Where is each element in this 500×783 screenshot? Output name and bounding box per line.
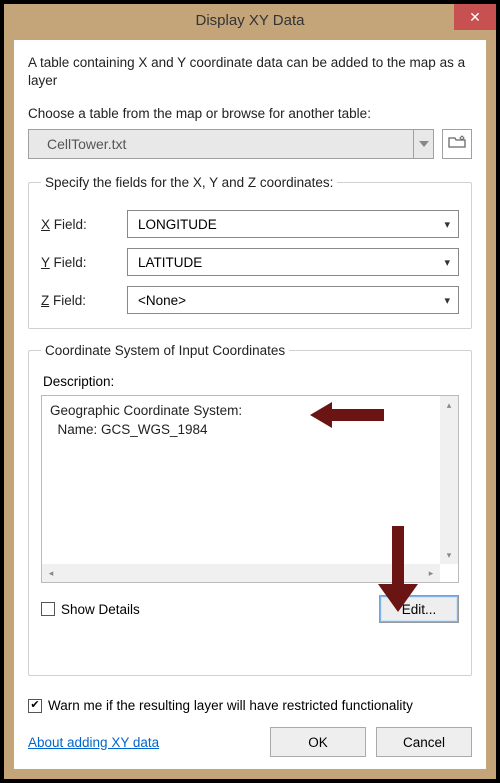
x-field-select[interactable]: LONGITUDE ▾ bbox=[127, 210, 459, 238]
y-field-label: Y Field: bbox=[41, 255, 127, 270]
cancel-button[interactable]: Cancel bbox=[376, 727, 472, 757]
choose-table-label: Choose a table from the map or browse fo… bbox=[28, 106, 472, 121]
intro-text: A table containing X and Y coordinate da… bbox=[28, 54, 472, 90]
close-button[interactable]: ✕ bbox=[454, 4, 496, 30]
checkbox-box: ✔ bbox=[28, 699, 42, 713]
description-line: Geographic Coordinate System: bbox=[50, 402, 438, 420]
y-field-value: LATITUDE bbox=[128, 255, 202, 270]
table-combobox[interactable]: CellTower.txt bbox=[28, 129, 434, 159]
chevron-down-icon: ▾ bbox=[444, 218, 450, 231]
table-select-row: CellTower.txt bbox=[28, 129, 472, 159]
about-link[interactable]: About adding XY data bbox=[28, 735, 159, 750]
coord-system-legend: Coordinate System of Input Coordinates bbox=[41, 343, 289, 358]
scroll-down-icon[interactable]: ▾ bbox=[440, 546, 458, 564]
z-field-row: Z Field: <None> ▾ bbox=[41, 286, 459, 314]
below-description-row: Show Details Edit... bbox=[41, 595, 459, 623]
ok-button-label: OK bbox=[308, 735, 328, 750]
dialog-body: A table containing X and Y coordinate da… bbox=[14, 40, 486, 769]
z-field-select[interactable]: <None> ▾ bbox=[127, 286, 459, 314]
x-field-label: X Field: bbox=[41, 217, 127, 232]
edit-button-label: Edit... bbox=[402, 602, 437, 617]
open-folder-icon bbox=[448, 135, 466, 154]
chevron-down-icon: ▾ bbox=[444, 294, 450, 307]
show-details-checkbox[interactable]: Show Details bbox=[41, 602, 140, 617]
coord-system-group: Coordinate System of Input Coordinates D… bbox=[28, 343, 472, 676]
fields-legend: Specify the fields for the X, Y and Z co… bbox=[41, 175, 337, 190]
edit-button[interactable]: Edit... bbox=[379, 595, 459, 623]
scroll-left-icon[interactable]: ◂ bbox=[42, 564, 60, 582]
chevron-down-icon: ▾ bbox=[444, 256, 450, 269]
dialog-window: Display XY Data ✕ A table containing X a… bbox=[0, 0, 500, 783]
z-field-label: Z Field: bbox=[41, 293, 127, 308]
scroll-up-icon[interactable]: ▴ bbox=[440, 396, 458, 414]
vertical-scrollbar[interactable]: ▴ ▾ bbox=[440, 396, 458, 564]
z-field-value: <None> bbox=[128, 293, 186, 308]
warn-checkbox[interactable]: ✔ Warn me if the resulting layer will ha… bbox=[28, 698, 472, 713]
fields-group: Specify the fields for the X, Y and Z co… bbox=[28, 175, 472, 329]
warn-label: Warn me if the resulting layer will have… bbox=[48, 698, 413, 713]
horizontal-scrollbar[interactable]: ◂ ▸ bbox=[42, 564, 440, 582]
show-details-label: Show Details bbox=[61, 602, 140, 617]
y-field-select[interactable]: LATITUDE ▾ bbox=[127, 248, 459, 276]
titlebar[interactable]: Display XY Data ✕ bbox=[4, 4, 496, 36]
table-combobox-value: CellTower.txt bbox=[29, 136, 126, 152]
scroll-right-icon[interactable]: ▸ bbox=[422, 564, 440, 582]
close-icon: ✕ bbox=[469, 9, 481, 26]
checkbox-box bbox=[41, 602, 55, 616]
cancel-button-label: Cancel bbox=[403, 735, 445, 750]
browse-button[interactable] bbox=[442, 129, 472, 159]
description-content: Geographic Coordinate System: Name: GCS_… bbox=[50, 402, 438, 562]
description-line: Name: GCS_WGS_1984 bbox=[50, 421, 438, 439]
window-title: Display XY Data bbox=[196, 12, 305, 29]
ok-button[interactable]: OK bbox=[270, 727, 366, 757]
x-field-row: X Field: LONGITUDE ▾ bbox=[41, 210, 459, 238]
x-field-value: LONGITUDE bbox=[128, 217, 217, 232]
description-label: Description: bbox=[43, 374, 459, 389]
description-textbox[interactable]: Geographic Coordinate System: Name: GCS_… bbox=[41, 395, 459, 583]
y-field-row: Y Field: LATITUDE ▾ bbox=[41, 248, 459, 276]
bottom-button-row: About adding XY data OK Cancel bbox=[28, 727, 472, 757]
chevron-down-icon[interactable] bbox=[413, 130, 433, 158]
